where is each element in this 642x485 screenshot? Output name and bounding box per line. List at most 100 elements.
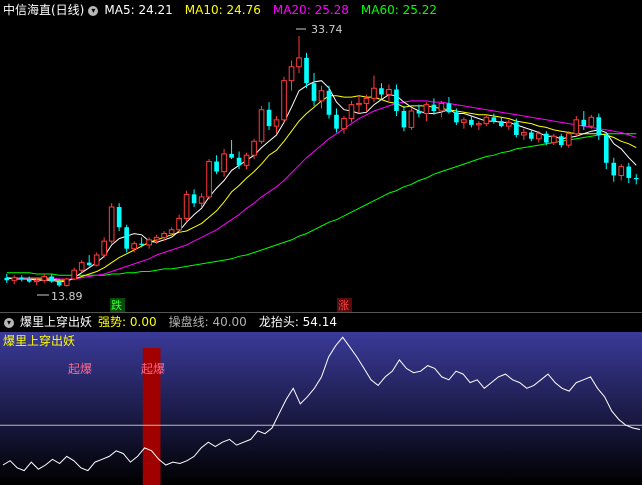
candle-body (573, 119, 580, 135)
candle-body (483, 116, 490, 125)
candle-body (438, 102, 445, 112)
ma60-line (6, 133, 637, 276)
candle (558, 133, 564, 148)
candle-body (491, 117, 497, 122)
candle (446, 97, 452, 114)
moving-average-lines (6, 80, 637, 283)
candle (386, 84, 392, 101)
candle-body (176, 217, 182, 231)
candle-body (41, 276, 48, 281)
candle-body (461, 119, 467, 123)
candle (550, 133, 557, 146)
candle (86, 255, 92, 267)
candle-body (611, 162, 617, 176)
candle (214, 155, 219, 175)
candle (401, 105, 407, 132)
candle (124, 224, 129, 253)
candle (318, 85, 325, 109)
candle-body (93, 254, 100, 266)
candle-body (536, 133, 542, 140)
candlestick-chart[interactable]: 33.74 13.89 跌 涨 (0, 0, 642, 312)
down-marker-label: 跌 (111, 298, 122, 312)
candle (273, 116, 280, 134)
operate-line-value: 40.00 (212, 315, 247, 329)
candle-body (86, 262, 92, 266)
ma20-line (6, 100, 637, 280)
candle (78, 260, 85, 273)
candle (408, 108, 415, 130)
candle-body (139, 243, 144, 245)
dragon-value: 54.14 (302, 315, 338, 329)
candle (281, 76, 287, 123)
candle-body (243, 154, 250, 166)
candle-body (469, 119, 474, 125)
dragon-label: 龙抬头: (258, 315, 303, 329)
candle-body (206, 161, 212, 198)
candle-body (229, 153, 234, 158)
candle (304, 52, 309, 89)
high-annotation: 33.74 (296, 23, 343, 36)
signal-label-2: 起爆 (141, 362, 165, 376)
indicator-panel-label: 爆里上穿出妖 (3, 333, 75, 348)
candle-body (633, 177, 639, 180)
candle (394, 84, 399, 117)
candle-body (131, 243, 137, 250)
candle (71, 267, 78, 281)
candle (288, 60, 295, 91)
candle-body (529, 132, 534, 139)
candle (296, 35, 302, 74)
candle (356, 95, 362, 114)
candle (341, 116, 347, 134)
up-marker: 涨 (337, 298, 352, 312)
indicator-toggle-icon[interactable]: ▾ (4, 317, 14, 328)
candle (4, 273, 10, 283)
candle (573, 116, 580, 137)
candles (4, 35, 639, 287)
candle-body (581, 119, 587, 127)
candle-body (198, 196, 205, 204)
candle (544, 131, 549, 146)
candle-body (124, 227, 129, 249)
candle-body (423, 104, 430, 115)
candle-body (521, 131, 527, 136)
candle-body (153, 236, 160, 241)
candle-body (146, 239, 152, 246)
candle (416, 104, 422, 118)
candle (191, 189, 197, 208)
candle (491, 113, 497, 124)
candle (506, 119, 512, 130)
candle-body (401, 110, 407, 128)
candle-body (273, 119, 280, 127)
candle-body (281, 80, 287, 121)
candle-body (363, 97, 370, 104)
candle-body (26, 279, 32, 282)
candle (521, 128, 527, 141)
candle (19, 275, 25, 282)
dragon-legend: 龙抬头: 54.14 (259, 315, 343, 329)
candle (101, 237, 107, 258)
indicator-legend: ▾ 爆里上穿出妖 强势: 0.00 操盘线: 40.00 龙抬头: 54.14 (0, 312, 349, 332)
candle-body (386, 89, 392, 96)
strength-legend: 强势: 0.00 (98, 315, 163, 329)
candle-body (416, 110, 422, 114)
candle (529, 129, 534, 142)
candle-body (49, 276, 55, 282)
candle-body (371, 87, 377, 99)
candle (63, 277, 70, 287)
candle-body (588, 116, 595, 127)
candle-body (161, 233, 167, 238)
candle-body (71, 269, 78, 280)
candle-body (341, 118, 347, 130)
candle-body (348, 104, 355, 120)
ma5-line (6, 80, 637, 283)
candle (581, 110, 587, 130)
candle-body (603, 134, 609, 163)
strength-value: 0.00 (129, 315, 157, 329)
candle (311, 73, 317, 106)
candle-body (221, 153, 227, 173)
candle-body (33, 279, 40, 283)
candle (41, 273, 48, 283)
indicator-chart[interactable]: 爆里上穿出妖 起爆 起爆 (0, 332, 642, 485)
candle-body (296, 57, 302, 68)
low-label: 13.89 (51, 290, 83, 303)
